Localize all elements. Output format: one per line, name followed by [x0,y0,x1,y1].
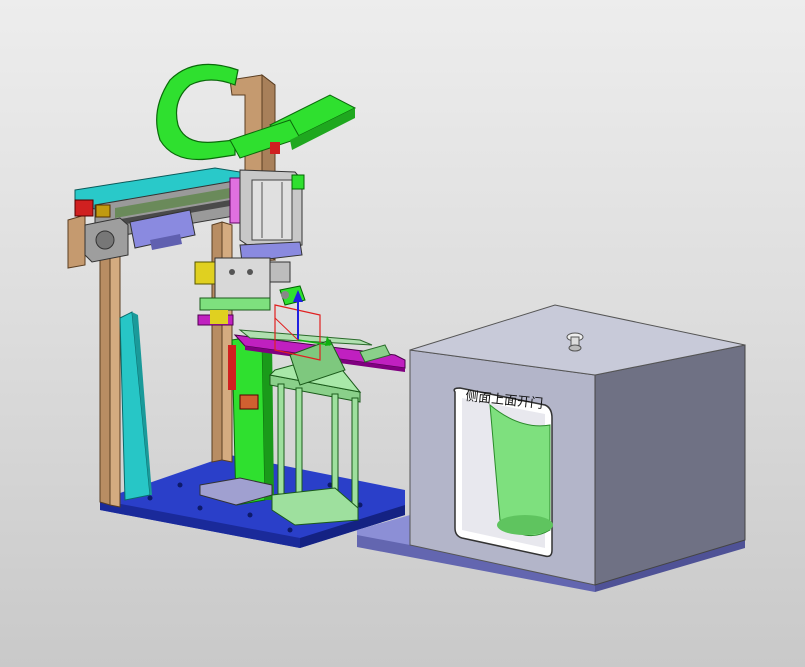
cad-viewport[interactable]: 侧面上面开门 [0,0,805,667]
cad-3d-model: 侧面上面开门 [67,63,746,592]
cyan-support [119,311,152,501]
enclosure-box: 侧面上面开门 [409,304,746,586]
